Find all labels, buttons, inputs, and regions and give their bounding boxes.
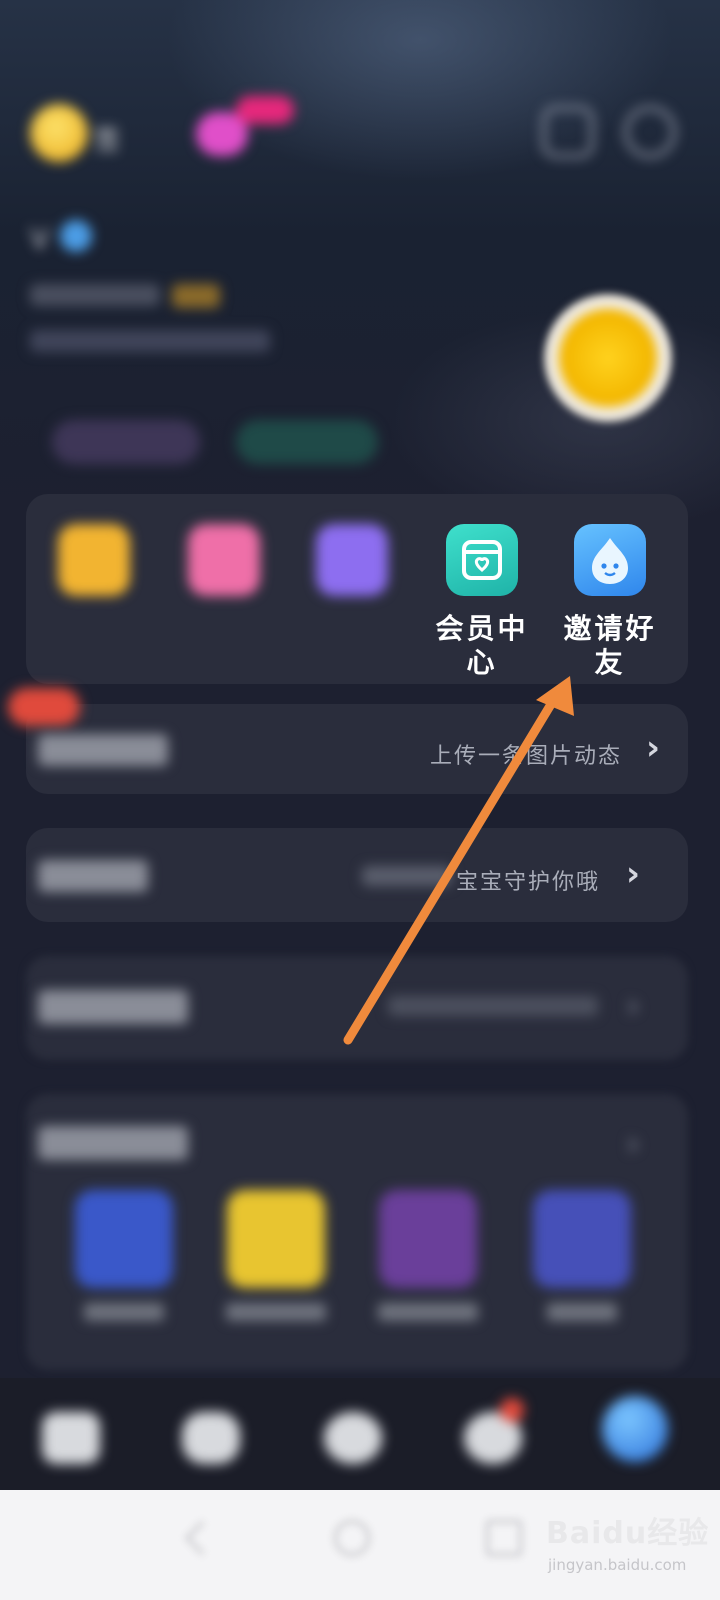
annotation-arrow [343, 676, 574, 1045]
